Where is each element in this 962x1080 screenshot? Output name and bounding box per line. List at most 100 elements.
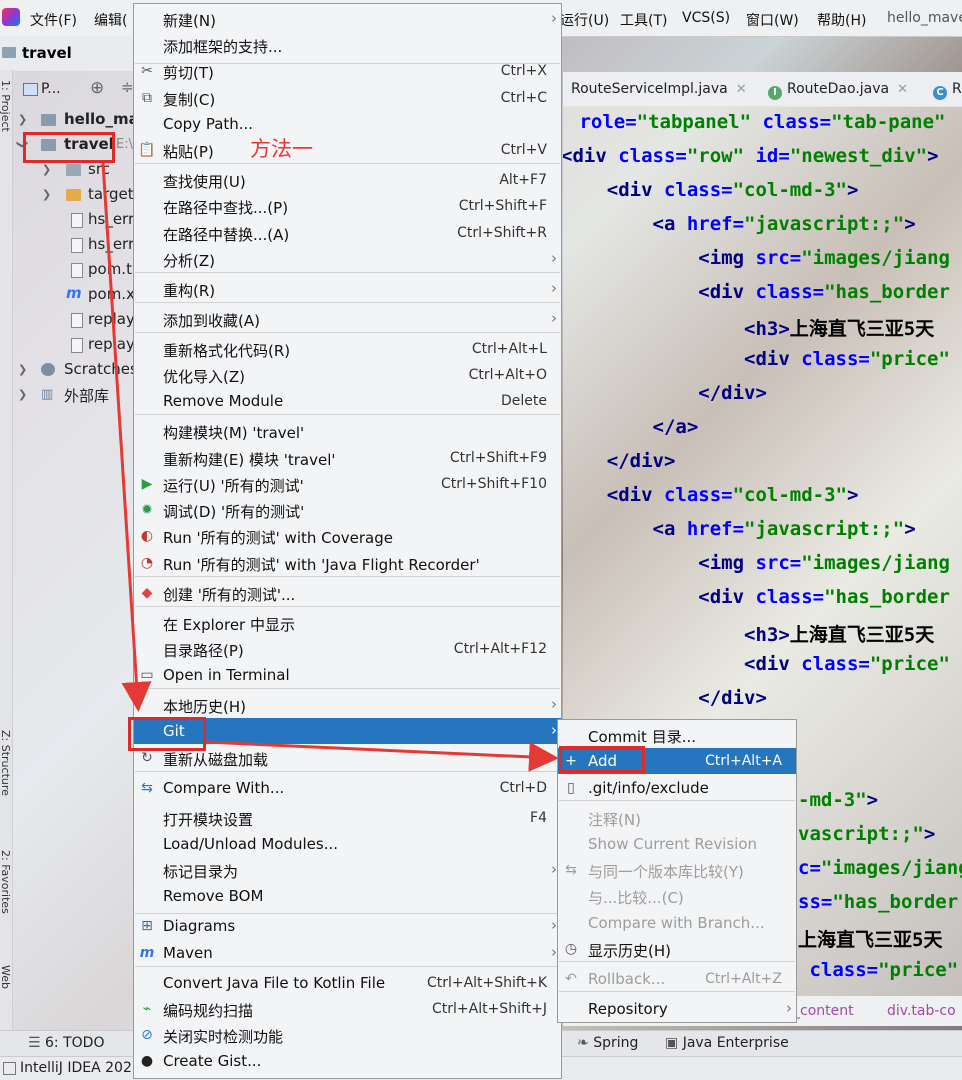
tree-node-external-libs[interactable]: ❯ ▥ 外部库 <box>13 384 133 406</box>
code-token: ss= <box>798 890 833 913</box>
context-menu-item[interactable]: 构建模块(M) 'travel' <box>134 418 561 444</box>
context-menu-item[interactable]: Remove Module Delete <box>134 388 561 414</box>
context-menu-item[interactable]: 目录路径(P) Ctrl+Alt+F12 <box>134 636 561 662</box>
context-menu-item[interactable]: 标记目录为 › <box>134 857 561 883</box>
interface-icon: I <box>768 86 782 100</box>
context-menu-item[interactable]: Remove BOM <box>134 883 561 909</box>
close-icon[interactable]: ✕ <box>897 82 908 97</box>
tab-route-dao[interactable]: I RouteDao.java ✕ <box>768 81 908 100</box>
structure-tool-tab[interactable]: Z: Structure <box>0 730 12 796</box>
context-menu-item[interactable]: 在 Explorer 中显示 <box>134 610 561 636</box>
code-token: vascript:;" <box>798 822 924 845</box>
project-view-selector[interactable]: P... <box>41 81 61 97</box>
code-token: > <box>923 822 936 845</box>
context-menu-item[interactable]: ✹ 调试(D) '所有的测试' <box>134 497 561 523</box>
project-tool-tab[interactable]: 1: Project <box>0 80 12 132</box>
tree-node-file[interactable]: replay <box>13 309 135 331</box>
code-token: "price" <box>878 958 959 981</box>
context-menu-item[interactable]: ⊞ Diagrams › <box>134 913 561 939</box>
menu-item-label: 目录路径(P) <box>163 642 244 660</box>
context-menu-item[interactable]: 新建(N) › <box>134 6 561 32</box>
context-menu-item[interactable]: 优化导入(Z) Ctrl+Alt+O <box>134 362 561 388</box>
text-file-icon <box>71 338 83 353</box>
menu-window[interactable]: 窗口(W) <box>746 10 799 30</box>
context-menu-item[interactable]: Load/Unload Modules... <box>134 831 561 857</box>
context-menu-item[interactable]: ⧉ 复制(C) Ctrl+C <box>134 85 561 111</box>
context-menu-item[interactable]: 重构(R) › <box>134 276 561 302</box>
chevron-right-icon[interactable]: ❯ <box>42 188 51 201</box>
tree-node-file[interactable]: replay <box>13 334 135 356</box>
context-menu-item[interactable]: 在路径中查找...(P) Ctrl+Shift+F <box>134 193 561 219</box>
collapse-icon[interactable]: ≑ <box>121 78 134 96</box>
menu-item-label: 构建模块(M) 'travel' <box>163 424 305 442</box>
git-menu-item[interactable]: ◷ 显示历史(H) <box>558 936 796 962</box>
chevron-right-icon[interactable]: ❯ <box>42 163 51 176</box>
context-menu-item[interactable]: 查找使用(U) Alt+F7 <box>134 167 561 193</box>
menu-vcs[interactable]: VCS(S) <box>682 10 730 26</box>
context-menu-item[interactable]: 📋 粘贴(P) Ctrl+V <box>134 137 561 163</box>
status-icon[interactable] <box>3 1062 16 1075</box>
spring-tool-button[interactable]: ❧ Spring <box>577 1035 638 1051</box>
context-menu-item[interactable]: ▶ 运行(U) '所有的测试' Ctrl+Shift+F10 <box>134 471 561 497</box>
menu-item-shortcut: Ctrl+Alt+L <box>471 341 547 357</box>
context-menu-item[interactable]: Copy Path... <box>134 111 561 137</box>
menu-item-label: 添加框架的支持... <box>163 38 283 56</box>
code-token: "tab-pane" <box>831 111 946 133</box>
context-menu-item[interactable]: 本地历史(H) › <box>134 692 561 718</box>
context-menu-item[interactable]: Convert Java File to Kotlin File Ctrl+Alt… <box>134 970 561 996</box>
context-menu-item[interactable]: ✂ 剪切(T) Ctrl+X <box>134 58 561 84</box>
tree-node-label: hello_ma <box>64 110 139 128</box>
context-menu-item[interactable]: 在路径中替换...(A) Ctrl+Shift+R <box>134 220 561 246</box>
target-icon[interactable]: ⊕ <box>90 78 104 98</box>
context-menu-item[interactable]: 重新格式化代码(R) Ctrl+Alt+L <box>134 336 561 362</box>
context-menu-item[interactable]: ⌁ 编码规约扫描 Ctrl+Alt+Shift+J <box>134 996 561 1022</box>
menu-tools[interactable]: 工具(T) <box>620 10 667 30</box>
context-menu-item[interactable]: ▭ Open in Terminal <box>134 662 561 688</box>
tab-route-service-impl[interactable]: RouteServiceImpl.java ✕ <box>571 81 747 97</box>
chevron-right-icon[interactable]: ❯ <box>18 388 27 401</box>
context-menu-item[interactable]: 添加到收藏(A) › <box>134 306 561 332</box>
close-icon[interactable]: ✕ <box>736 82 747 97</box>
menu-edit[interactable]: 编辑( <box>94 10 127 30</box>
git-menu-item[interactable]: Commit 目录... <box>558 722 796 748</box>
context-menu-item[interactable]: ● Create Gist... <box>134 1048 561 1074</box>
git-menu-item[interactable]: ▯ .git/info/exclude <box>558 775 796 801</box>
context-menu-item[interactable]: ◐ Run '所有的测试' with Coverage <box>134 523 561 549</box>
project-panel-header: P... ⊕ ≑ <box>13 74 134 104</box>
java-enterprise-tool-button[interactable]: ▣ Java Enterprise <box>665 1035 789 1051</box>
tree-node-target[interactable]: ❯ target <box>13 184 134 206</box>
tree-node-file[interactable]: hs_err <box>13 209 134 231</box>
menu-help[interactable]: 帮助(H) <box>817 10 866 30</box>
context-menu-item[interactable]: 打开模块设置 F4 <box>134 805 561 831</box>
todo-label: 6: TODO <box>45 1035 105 1051</box>
menu-run[interactable]: 运行(U) <box>560 10 609 30</box>
context-menu-item[interactable]: 添加框架的支持... <box>134 32 561 58</box>
tree-node-pom[interactable]: m pom.x <box>13 284 135 306</box>
tree-node-file[interactable]: hs_err <box>13 234 134 256</box>
tree-node-hello-maven[interactable]: ❯ hello_ma <box>13 109 139 131</box>
chevron-right-icon: › <box>551 309 557 327</box>
chevron-right-icon[interactable]: ❯ <box>18 363 27 376</box>
code-token: <a <box>563 212 676 235</box>
tab-r[interactable]: CR <box>933 81 962 100</box>
menu-item-label: 查找使用(U) <box>163 173 246 191</box>
menu-file[interactable]: 文件(F) <box>30 10 77 30</box>
breadcrumb-item[interactable]: div.tab-co <box>887 1003 956 1019</box>
nav-project-name[interactable]: travel <box>22 44 72 62</box>
tree-node-file[interactable]: pom.t <box>13 259 133 281</box>
todo-tool-button[interactable]: ☰ 6: TODO <box>28 1035 104 1051</box>
context-menu-item[interactable]: m Maven › <box>134 940 561 966</box>
code-line: vascript:;"> <box>798 823 935 845</box>
context-menu-item[interactable]: ⊘ 关闭实时检测功能 <box>134 1022 561 1048</box>
chevron-right-icon[interactable]: ❯ <box>18 113 27 126</box>
context-menu-item[interactable]: 分析(Z) › <box>134 246 561 272</box>
web-tool-tab[interactable]: Web <box>0 965 12 989</box>
tree-node-scratches[interactable]: ❯ Scratches <box>13 359 138 381</box>
favorites-tool-tab[interactable]: 2: Favorites <box>0 850 12 914</box>
context-menu-item[interactable]: ◔ Run '所有的测试' with 'Java Flight Recorder' <box>134 550 561 576</box>
breadcrumb-item[interactable]: _content <box>793 1003 854 1019</box>
git-menu-item[interactable]: Repository › <box>558 996 796 1022</box>
context-menu-item[interactable]: ◆ 创建 '所有的测试'... <box>134 580 561 606</box>
context-menu-item[interactable]: 重新构建(E) 模块 'travel' Ctrl+Shift+F9 <box>134 445 561 471</box>
context-menu-item[interactable]: ⇆ Compare With... Ctrl+D <box>134 775 561 801</box>
